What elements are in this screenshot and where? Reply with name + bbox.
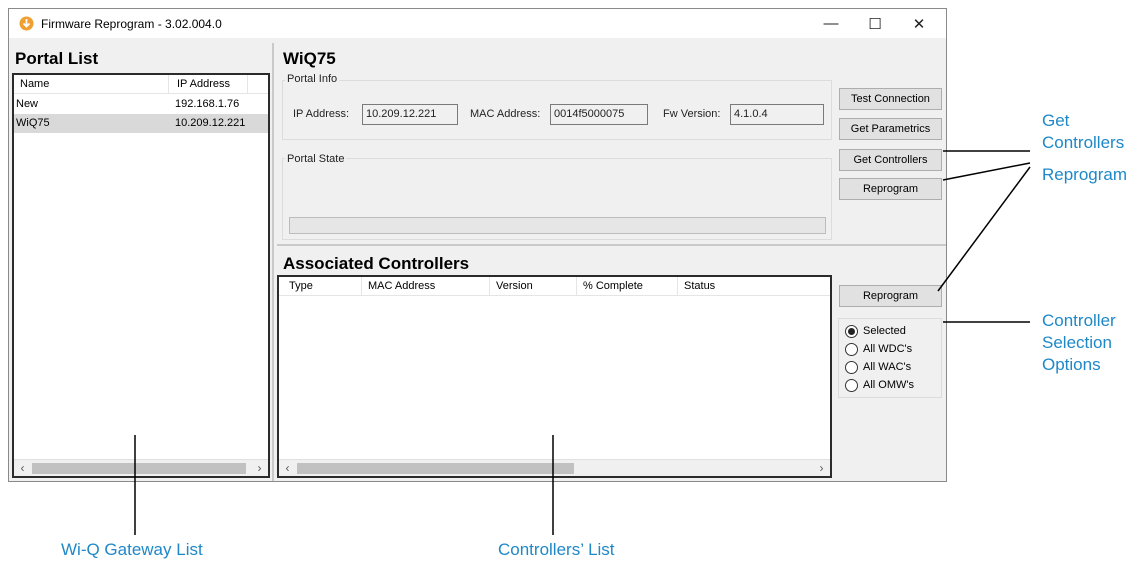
leader-reprogram-controllers [937, 166, 1031, 292]
callout-leader-lines [134, 150, 1031, 535]
leader-reprogram-portal [942, 162, 1031, 181]
